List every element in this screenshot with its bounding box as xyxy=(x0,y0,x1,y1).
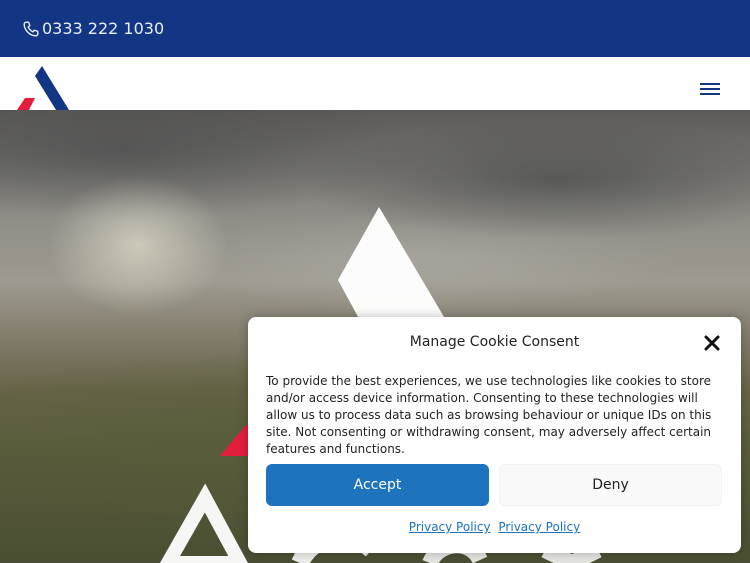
cookie-description: To provide the best experiences, we use … xyxy=(266,374,712,456)
privacy-policy-link-secondary[interactable]: Privacy Policy xyxy=(498,520,580,534)
phone-number: 0333 222 1030 xyxy=(42,19,165,38)
phone-icon xyxy=(23,21,39,37)
cookie-consent-dialog: Manage Cookie Consent To provide the bes… xyxy=(248,317,741,553)
phone-link[interactable]: 0333 222 1030 xyxy=(23,19,164,38)
top-bar: 0333 222 1030 xyxy=(0,0,750,57)
deny-button[interactable]: Deny xyxy=(499,464,722,506)
navbar xyxy=(0,57,750,110)
cookie-title: Manage Cookie Consent xyxy=(409,334,580,350)
company-logo[interactable] xyxy=(17,66,77,110)
close-icon[interactable] xyxy=(703,334,721,352)
hamburger-menu-icon[interactable] xyxy=(700,81,720,97)
accept-button[interactable]: Accept xyxy=(266,464,489,506)
policy-links: Privacy Policy Privacy Policy xyxy=(248,520,741,534)
privacy-policy-link[interactable]: Privacy Policy xyxy=(409,520,491,534)
